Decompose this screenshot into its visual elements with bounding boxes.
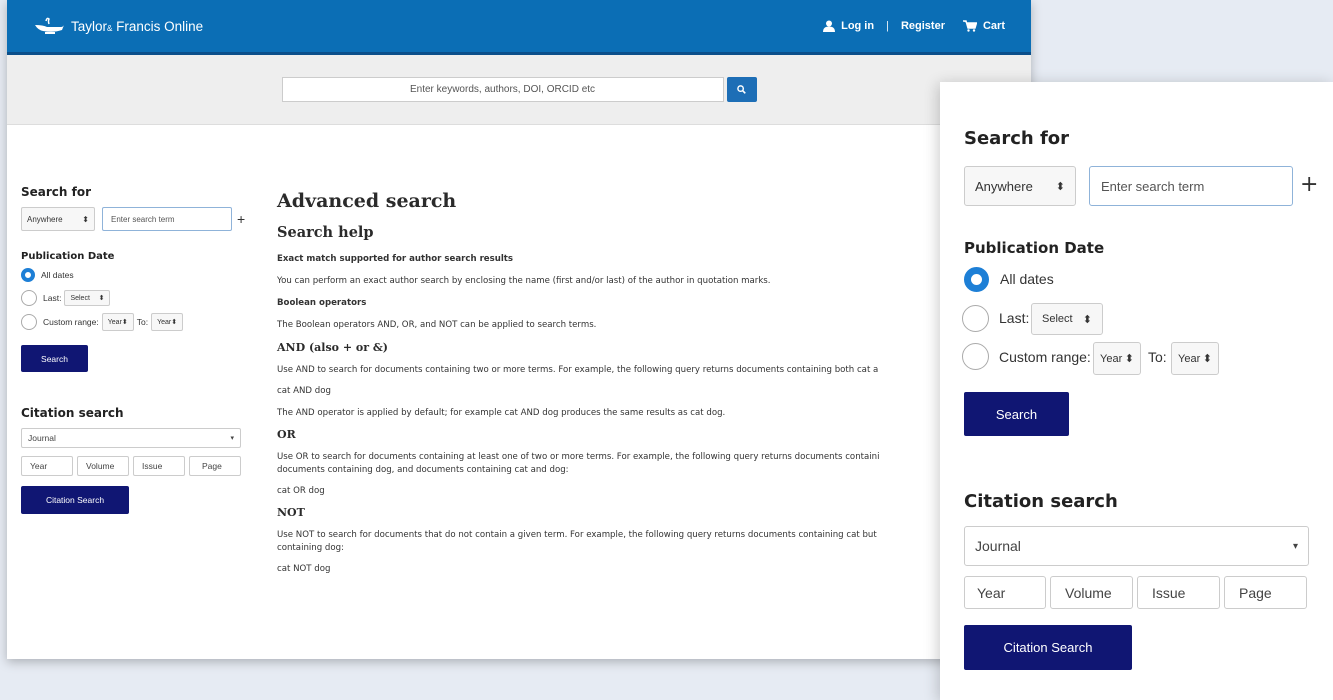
caret-down-icon: ▾ — [230, 435, 234, 442]
zoom-citation-search-heading: Citation search — [964, 491, 1118, 512]
custom-range-radio[interactable] — [21, 314, 37, 330]
zoom-publication-date-heading: Publication Date — [964, 239, 1105, 257]
zoom-last-period-select[interactable]: Select ⬍ — [1031, 303, 1103, 335]
zoom-search-term-input[interactable]: Enter search term — [1089, 166, 1293, 206]
last-radio[interactable] — [21, 290, 37, 306]
search-term-input[interactable]: Enter search term — [102, 207, 232, 231]
search-help-heading: Search help — [277, 224, 374, 241]
zoom-last-label: Last: — [999, 310, 1030, 326]
zoom-citation-year-input[interactable]: Year — [964, 576, 1046, 609]
register-link[interactable]: Register — [901, 20, 945, 32]
or-example: cat OR dog — [277, 486, 325, 497]
and-example: cat AND dog — [277, 386, 331, 397]
citation-page-input[interactable]: Page — [189, 456, 241, 476]
zoom-citation-issue-input[interactable]: Issue — [1137, 576, 1220, 609]
user-icon — [823, 20, 836, 32]
from-year-select[interactable]: Year ⬍ — [101, 313, 134, 331]
to-label: To: — [136, 317, 149, 327]
not-text-line1: Use NOT to search for documents that do … — [277, 529, 877, 540]
site-header: Taylor& Francis Online Log in | Register… — [7, 0, 1031, 55]
exact-match-text: You can perform an exact author search b… — [277, 275, 771, 286]
not-example: cat NOT dog — [277, 563, 331, 574]
citation-year-input[interactable]: Year — [21, 456, 73, 476]
citation-search-button[interactable]: Citation Search — [21, 486, 129, 514]
cart-link[interactable]: Cart — [962, 20, 1005, 32]
caret-down-icon: ▾ — [1292, 540, 1298, 552]
exact-match-heading: Exact match supported for author search … — [277, 254, 514, 264]
to-year-select[interactable]: Year ⬍ — [151, 313, 184, 331]
not-heading: NOT — [277, 505, 305, 519]
page-title: Advanced search — [277, 190, 457, 212]
brand-name: Taylor& Francis Online — [71, 18, 204, 34]
search-icon — [737, 85, 746, 94]
brand[interactable]: Taylor& Francis Online — [33, 16, 203, 36]
all-dates-radio[interactable] — [21, 268, 35, 282]
zoomed-sidebar-panel: Search for Anywhere ⬍ Enter search term … — [940, 82, 1333, 700]
zoom-citation-volume-input[interactable]: Volume — [1050, 576, 1133, 609]
field-select[interactable]: Anywhere ⬍ — [21, 207, 95, 231]
last-period-select[interactable]: Select ⬍ — [64, 290, 111, 306]
publication-date-heading: Publication Date — [21, 251, 115, 262]
zoom-custom-range-radio[interactable] — [962, 343, 989, 370]
search-button[interactable]: Search — [21, 345, 88, 372]
custom-range-label: Custom range: — [43, 317, 99, 327]
citation-search-heading: Citation search — [21, 406, 124, 420]
add-term-plus-icon[interactable]: + — [237, 211, 245, 227]
browser-window: Taylor& Francis Online Log in | Register… — [7, 0, 1031, 659]
nav-separator: | — [886, 20, 889, 32]
login-link[interactable]: Log in — [823, 20, 874, 32]
or-heading: OR — [277, 428, 296, 442]
lamp-logo-icon — [35, 17, 64, 34]
search-for-heading: Search for — [21, 185, 92, 199]
zoom-from-year-select[interactable]: Year ⬍ — [1093, 342, 1141, 375]
select-arrows-icon: ⬍ — [1055, 180, 1065, 193]
zoom-add-term-plus-icon[interactable]: + — [1300, 172, 1318, 197]
zoom-journal-select[interactable]: Journal ▾ — [964, 526, 1309, 566]
search-sidebar: Search for Anywhere ⬍ Enter search term … — [21, 185, 256, 514]
select-arrows-icon: ⬍ — [82, 214, 89, 224]
zoom-last-radio[interactable] — [962, 305, 989, 332]
zoom-all-dates-label: All dates — [1000, 271, 1054, 287]
zoom-custom-range-label: Custom range: — [999, 349, 1091, 365]
last-label: Last: — [43, 293, 62, 303]
cart-icon — [962, 20, 977, 32]
keyword-search-input[interactable]: Enter keywords, authors, DOI, ORCID etc — [281, 77, 724, 102]
all-dates-label: All dates — [41, 270, 74, 280]
citation-issue-input[interactable]: Issue — [133, 456, 185, 476]
and-default-text: The AND operator is applied by default; … — [277, 408, 726, 419]
search-band: Enter keywords, authors, DOI, ORCID etc — [7, 55, 1031, 125]
zoom-search-for-heading: Search for — [964, 128, 1070, 149]
zoom-citation-page-input[interactable]: Page — [1224, 576, 1307, 609]
boolean-text: The Boolean operators AND, OR, and NOT c… — [277, 319, 597, 330]
or-text-line2: documents containing dog, and documents … — [277, 465, 569, 476]
zoom-to-label: To: — [1148, 349, 1167, 365]
zoom-to-year-select[interactable]: Year ⬍ — [1171, 342, 1219, 375]
zoom-all-dates-radio[interactable] — [964, 267, 989, 292]
zoom-field-select[interactable]: Anywhere ⬍ — [964, 166, 1076, 206]
citation-volume-input[interactable]: Volume — [77, 456, 129, 476]
and-heading: AND (also + or &) — [277, 340, 388, 354]
advanced-search-help: Advanced search Search help Exact match … — [277, 190, 1031, 576]
and-text: Use AND to search for documents containi… — [277, 364, 879, 375]
journal-select[interactable]: Journal ▾ — [21, 428, 241, 448]
zoom-search-button[interactable]: Search — [964, 392, 1069, 436]
account-nav: Log in | Register Cart — [823, 20, 1005, 32]
or-text-line1: Use OR to search for documents containin… — [277, 452, 880, 463]
search-submit-button[interactable] — [726, 77, 757, 102]
boolean-heading: Boolean operators — [277, 297, 367, 308]
zoom-citation-search-button[interactable]: Citation Search — [964, 625, 1132, 670]
not-text-line2: containing dog: — [277, 542, 344, 553]
